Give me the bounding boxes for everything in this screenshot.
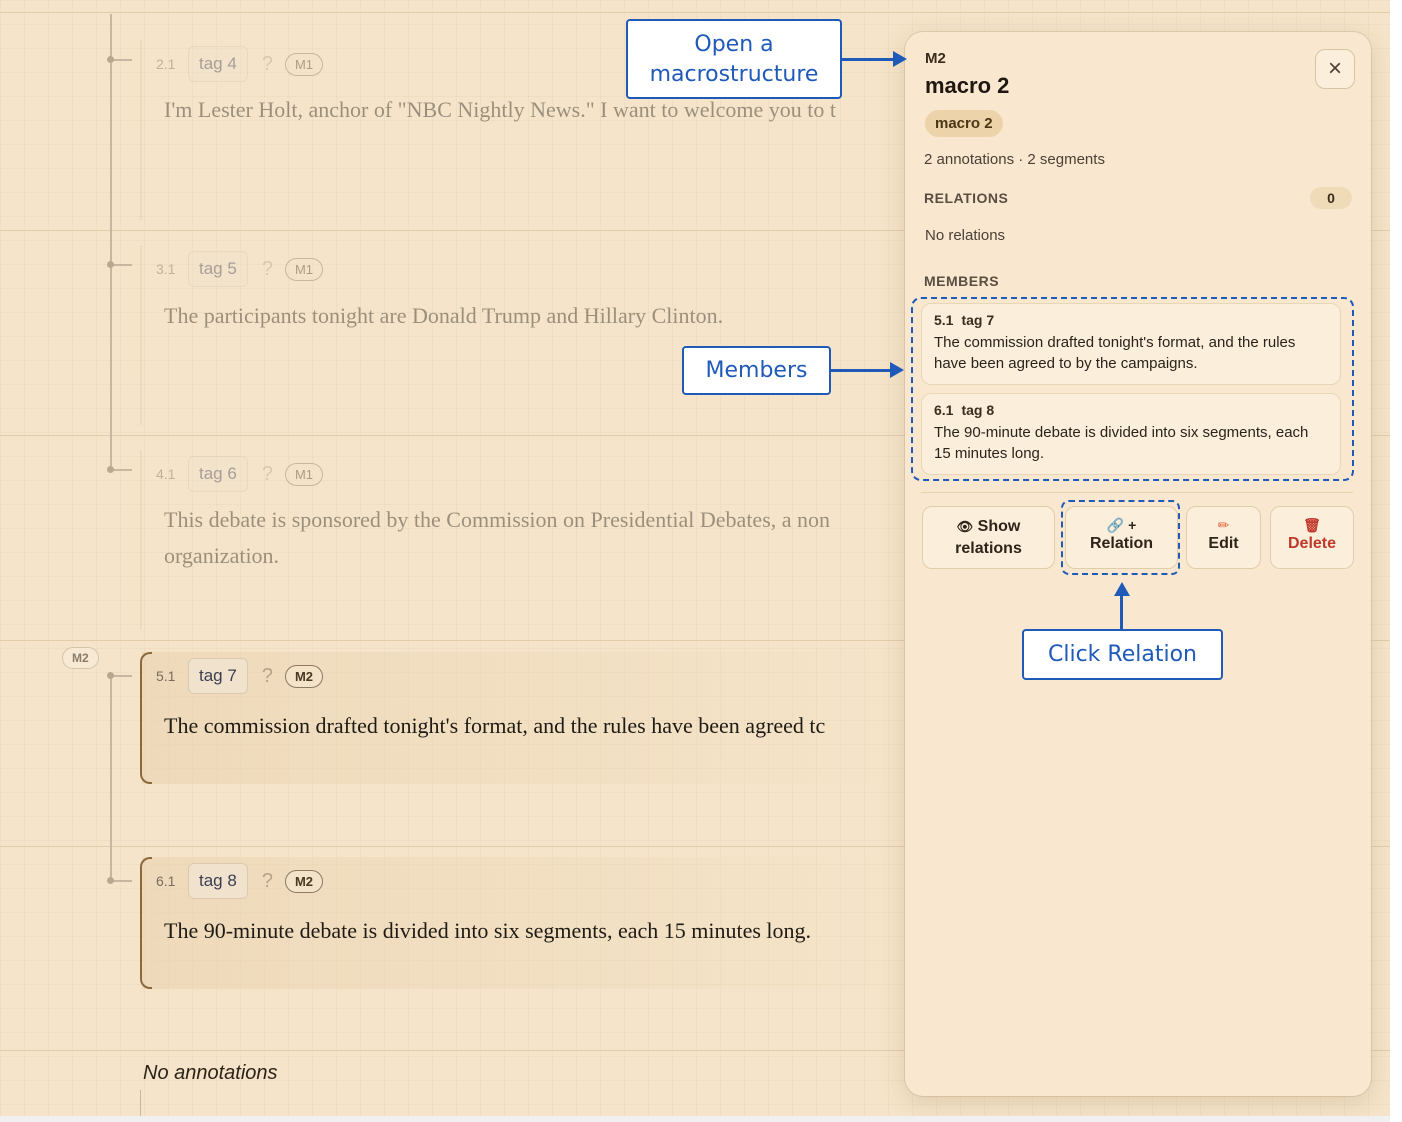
show-relations-label-line-2: relations [955, 540, 1022, 557]
row-divider [0, 12, 1390, 13]
callout-arrow-line [831, 369, 893, 372]
tree-spine-tail [140, 1090, 141, 1116]
tree-node-dot [107, 261, 114, 268]
tree-node-dot [107, 672, 114, 679]
callout-arrow-line [842, 58, 896, 61]
segment-text-line-2: organization. [164, 543, 280, 568]
segment-header: 3.1 tag 5 ? M1 [156, 251, 323, 287]
segment-header: 5.1 tag 7 ? M2 [156, 658, 323, 694]
delete-label: Delete [1287, 535, 1337, 552]
macro-detail-panel: M2 macro 2 × macro 2 2 annotations · 2 s… [905, 32, 1371, 1096]
segment-header: 4.1 tag 6 ? M1 [156, 456, 323, 492]
macro-title: macro 2 [925, 73, 1010, 98]
edit-label: Edit [1208, 535, 1239, 552]
segment-number: 6.1 [156, 873, 176, 889]
show-relations-button[interactable]: 👁 Show relations [922, 506, 1055, 569]
segment-bracket [140, 652, 152, 784]
segment-text: This debate is sponsored by the Commissi… [164, 507, 831, 532]
macro-pill[interactable]: M1 [284, 257, 323, 281]
segment-number: 4.1 [156, 466, 176, 482]
tag-chip[interactable]: tag 7 [188, 658, 248, 694]
segment-text: The commission drafted tonight's format,… [164, 713, 826, 738]
macro-pill[interactable]: M1 [284, 462, 323, 486]
relations-heading: RELATIONS [924, 190, 1009, 206]
macro-badge: macro 2 [925, 110, 1003, 137]
show-relations-label: 👁 Show [923, 516, 1054, 538]
question-icon[interactable]: ? [262, 258, 273, 281]
document-canvas: M2 2.1 tag 4 ? M1 I'm Lester Holt, ancho… [0, 0, 1390, 1116]
edit-button[interactable]: ✏ Edit [1186, 506, 1261, 569]
relation-highlight-box [1061, 500, 1180, 575]
members-highlight-box [911, 297, 1354, 481]
callout-members: Members [682, 346, 831, 395]
callout-arrow-line [1120, 594, 1123, 631]
segment-header: 6.1 tag 8 ? M2 [156, 863, 323, 899]
callout-arrow-head [893, 51, 907, 67]
delete-button[interactable]: 🗑 Delete [1270, 506, 1354, 569]
close-icon[interactable]: × [1315, 49, 1355, 89]
tree-spine-m2 [110, 676, 112, 882]
question-icon[interactable]: ? [262, 870, 273, 893]
callout-open-macrostructure: Open a macrostructure [626, 19, 842, 99]
trash-icon: 🗑 [1303, 517, 1321, 533]
macro-pill[interactable]: M1 [284, 52, 323, 76]
relations-count-badge: 0 [1310, 187, 1352, 209]
segment-row[interactable]: 4.1 tag 6 ? M1 This debate is sponsored … [140, 450, 920, 630]
segment-text: The participants tonight are Donald Trum… [164, 303, 724, 328]
macro-code: M2 [925, 50, 946, 67]
macro-group-label[interactable]: M2 [62, 647, 99, 669]
members-heading: MEMBERS [924, 273, 1000, 289]
segment-row[interactable]: 6.1 tag 8 ? M2 The 90-minute debate is d… [140, 857, 920, 989]
show-relations-label-line-1: Show [977, 518, 1021, 535]
segment-number: 3.1 [156, 261, 176, 277]
tree-node-dot [107, 877, 114, 884]
no-annotations-text: No annotations [143, 1062, 278, 1084]
callout-open-macrostructure-line-1: Open a [694, 32, 774, 57]
macro-pill[interactable]: M2 [284, 664, 323, 688]
eye-icon: 👁 [956, 519, 974, 534]
tag-chip[interactable]: tag 4 [188, 46, 248, 82]
question-icon[interactable]: ? [262, 463, 273, 486]
tag-chip[interactable]: tag 6 [188, 456, 248, 492]
callout-click-relation: Click Relation [1022, 629, 1223, 680]
no-relations-text: No relations [925, 227, 1006, 244]
segment-number: 5.1 [156, 668, 176, 684]
segment-bracket [140, 857, 152, 989]
question-icon[interactable]: ? [262, 665, 273, 688]
macro-pill[interactable]: M2 [284, 869, 323, 893]
tag-chip[interactable]: tag 8 [188, 863, 248, 899]
pencil-icon: ✏ [1217, 517, 1230, 533]
segment-text: The 90-minute debate is divided into six… [164, 918, 812, 943]
callout-open-macrostructure-line-2: macrostructure [649, 62, 819, 87]
segment-row[interactable]: 3.1 tag 5 ? M1 The participants tonight … [140, 245, 920, 425]
segment-header: 2.1 tag 4 ? M1 [156, 46, 323, 82]
segment-row[interactable]: 5.1 tag 7 ? M2 The commission drafted to… [140, 652, 920, 784]
callout-arrow-head [890, 362, 904, 378]
question-icon[interactable]: ? [262, 53, 273, 76]
page-margin-bottom [0, 1116, 1390, 1122]
macro-meta: 2 annotations · 2 segments [924, 151, 1105, 168]
page-margin-right [1390, 0, 1402, 1122]
segment-number: 2.1 [156, 56, 176, 72]
tag-chip[interactable]: tag 5 [188, 251, 248, 287]
tree-node-dot [107, 56, 114, 63]
tree-node-dot [107, 466, 114, 473]
panel-divider [921, 492, 1353, 493]
tree-spine-m1 [110, 14, 112, 472]
